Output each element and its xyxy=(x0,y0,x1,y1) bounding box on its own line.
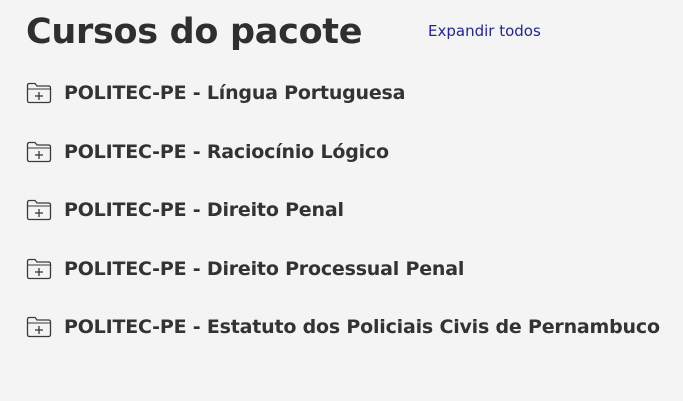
course-item-raciocinio-logico[interactable]: POLITEC-PE - Raciocínio Lógico xyxy=(26,135,660,169)
course-item-direito-penal[interactable]: POLITEC-PE - Direito Penal xyxy=(26,193,660,227)
course-label: POLITEC-PE - Direito Penal xyxy=(64,199,344,221)
course-package-page: Cursos do pacote Expandir todos POLITEC-… xyxy=(0,0,683,401)
course-item-estatuto-policiais-civis[interactable]: POLITEC-PE - Estatuto dos Policiais Civi… xyxy=(26,310,660,344)
folder-plus-icon[interactable] xyxy=(26,82,52,104)
course-item-lingua-portuguesa[interactable]: POLITEC-PE - Língua Portuguesa xyxy=(26,76,660,110)
folder-plus-icon[interactable] xyxy=(26,141,52,163)
page-title: Cursos do pacote xyxy=(26,12,363,52)
folder-plus-icon[interactable] xyxy=(26,258,52,280)
folder-plus-icon[interactable] xyxy=(26,316,52,338)
course-label: POLITEC-PE - Estatuto dos Policiais Civi… xyxy=(64,316,660,338)
course-label: POLITEC-PE - Língua Portuguesa xyxy=(64,82,406,104)
course-item-direito-processual-penal[interactable]: POLITEC-PE - Direito Processual Penal xyxy=(26,252,660,286)
folder-plus-icon[interactable] xyxy=(26,199,52,221)
course-label: POLITEC-PE - Raciocínio Lógico xyxy=(64,140,389,163)
expand-all-link[interactable]: Expandir todos xyxy=(428,22,541,40)
course-label: POLITEC-PE - Direito Processual Penal xyxy=(64,257,465,280)
section-header: Cursos do pacote xyxy=(26,6,362,58)
course-list: POLITEC-PE - Língua Portuguesa POLITEC-P… xyxy=(26,76,660,369)
